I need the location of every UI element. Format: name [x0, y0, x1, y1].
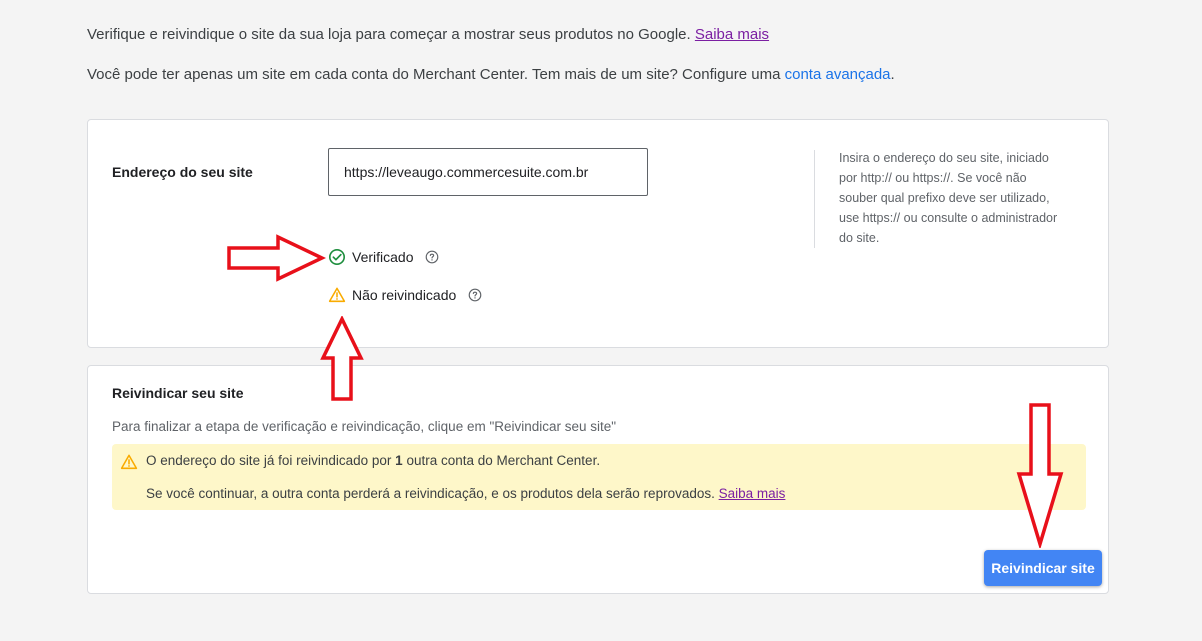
already-claimed-warning: O endereço do site já foi reivindicado p… — [112, 444, 1086, 510]
site-address-help-text: Insira o endereço do seu site, iniciado … — [839, 151, 1058, 245]
advanced-account-link[interactable]: conta avançada — [785, 66, 891, 83]
claim-site-description: Para finalizar a etapa de verificação e … — [112, 419, 617, 434]
warning-line1-pre: O endereço do site já foi reivindicado p… — [146, 453, 392, 468]
unclaimed-status-label: Não reivindicado — [352, 287, 457, 303]
verified-status: Verificado — [328, 248, 439, 266]
check-circle-icon — [328, 248, 346, 266]
claim-site-title: Reivindicar seu site — [112, 385, 244, 401]
intro-single-site-text: Você pode ter apenas um site em cada con… — [87, 66, 895, 83]
warning-account-count: 1 — [395, 453, 403, 468]
site-url-input[interactable] — [328, 148, 648, 196]
warning-line-1: O endereço do site já foi reivindicado p… — [146, 453, 600, 468]
warning-line-2: Se você continuar, a outra conta perderá… — [146, 486, 785, 501]
warning-triangle-icon — [120, 454, 138, 470]
help-circle-icon[interactable] — [468, 288, 482, 302]
claim-site-card: Reivindicar seu site Para finalizar a et… — [87, 365, 1109, 594]
warning-line1-post: outra conta do Merchant Center. — [406, 453, 601, 468]
site-address-card: Endereço do seu site Insira o endereço d… — [87, 119, 1109, 348]
claim-site-button[interactable]: Reivindicar site — [984, 550, 1102, 586]
site-address-label: Endereço do seu site — [112, 164, 253, 180]
help-divider — [814, 150, 815, 248]
intro-verify-text: Verifique e reivindique o site da sua lo… — [87, 26, 769, 43]
warning-learn-more-link[interactable]: Saiba mais — [719, 486, 786, 501]
intro-line2-text: Você pode ter apenas um site em cada con… — [87, 66, 781, 83]
learn-more-link[interactable]: Saiba mais — [695, 26, 769, 43]
help-circle-icon[interactable] — [425, 250, 439, 264]
intro-line1-text: Verifique e reivindique o site da sua lo… — [87, 26, 691, 43]
warning-triangle-icon — [328, 287, 346, 303]
warning-line2-text: Se você continuar, a outra conta perderá… — [146, 486, 715, 501]
verified-status-label: Verificado — [352, 249, 414, 265]
unclaimed-status: Não reivindicado — [328, 286, 482, 304]
intro-line2-end: . — [890, 66, 895, 83]
